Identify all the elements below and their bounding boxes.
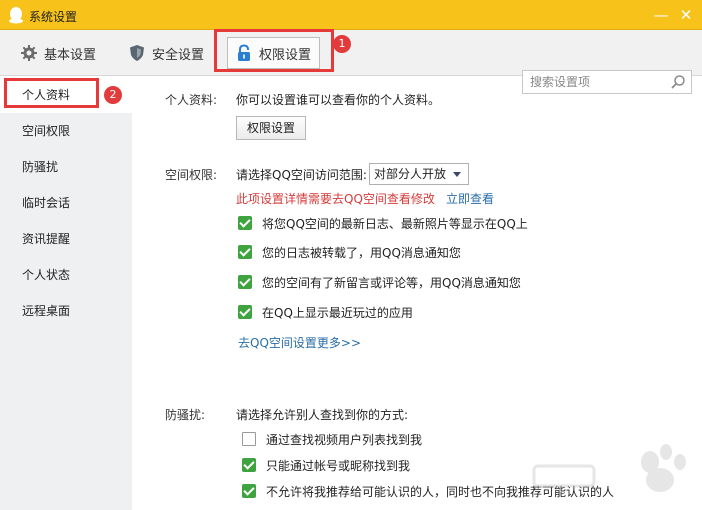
space-option-2[interactable]: 您的日志被转载了，用QQ消息通知您 (238, 244, 461, 260)
tab-security-settings[interactable]: 安全设置 (128, 38, 204, 68)
baidu-watermark-logo (532, 444, 686, 492)
settings-toolbar: 基本设置 安全设置 权限设置 (0, 30, 702, 94)
sidebar-item-anti-harassment[interactable]: 防骚扰 (0, 149, 132, 185)
space-option-4[interactable]: 在QQ上显示最近玩过的应用 (238, 304, 413, 320)
sidebar-item-temp-session[interactable]: 临时会话 (0, 185, 132, 221)
option-label: 在QQ上显示最近玩过的应用 (262, 305, 413, 320)
close-button[interactable]: ✕ (677, 6, 695, 24)
checkbox-checked[interactable] (238, 245, 252, 259)
tab-label: 权限设置 (259, 47, 312, 63)
antispam-prompt: 请选择允许别人查找到你的方式: (236, 408, 409, 422)
space-notice: 此项设置详情需要去QQ空间查看修改 (236, 192, 435, 206)
space-section-label: 空间权限: (165, 168, 218, 182)
step-marker-1: 1 (333, 35, 351, 53)
lock-icon (238, 44, 250, 61)
view-now-link[interactable]: 立即查看 (446, 190, 494, 207)
space-range-select[interactable]: 对部分人开放 (369, 163, 469, 185)
antispam-option-1[interactable]: 通过查找视频用户列表找到我 (242, 431, 422, 447)
qzone-more-settings-link[interactable]: 去QQ空间设置更多>> (238, 334, 361, 351)
settings-sidebar: 个人资料 空间权限 防骚扰 临时会话 资讯提醒 个人状态 远程桌面 (0, 77, 132, 510)
sidebar-item-personal-status[interactable]: 个人状态 (0, 257, 132, 293)
profile-permission-button[interactable]: 权限设置 (236, 116, 307, 140)
option-label: 通过查找视频用户列表找到我 (266, 432, 423, 447)
checkbox-checked[interactable] (242, 458, 256, 472)
checkbox-checked[interactable] (242, 484, 256, 498)
tab-permission-settings[interactable]: 权限设置 (227, 37, 320, 69)
sidebar-item-news-reminder[interactable]: 资讯提醒 (0, 221, 132, 257)
chevron-down-icon (453, 172, 461, 177)
checkbox-checked[interactable] (238, 216, 252, 230)
window-title: 系统设置 (29, 10, 78, 24)
checkbox-checked[interactable] (238, 275, 252, 289)
space-range-value: 对部分人开放 (374, 167, 447, 181)
qq-penguin-icon (9, 7, 23, 24)
antispam-option-2[interactable]: 只能通过帐号或昵称找到我 (242, 457, 410, 473)
tab-basic-settings[interactable]: 基本设置 (20, 38, 96, 68)
minimize-button[interactable]: — (652, 6, 670, 24)
shield-icon (130, 45, 144, 61)
checkbox-unchecked[interactable] (242, 432, 256, 446)
sidebar-item-space-permission[interactable]: 空间权限 (0, 113, 132, 149)
space-range-label: 请选择QQ空间访问范围: (236, 168, 367, 182)
profile-section-label: 个人资料: (165, 93, 218, 107)
option-label: 只能通过帐号或昵称找到我 (266, 458, 411, 473)
tab-label: 基本设置 (44, 47, 97, 63)
checkbox-checked[interactable] (238, 305, 252, 319)
title-bar: 系统设置 — ✕ (0, 0, 702, 30)
tab-label: 安全设置 (152, 47, 205, 63)
space-option-3[interactable]: 您的空间有了新留言或评论等，用QQ消息通知您 (238, 274, 521, 290)
option-label: 将您QQ空间的最新日志、最新照片等显示在QQ上 (262, 216, 528, 231)
space-option-1[interactable]: 将您QQ空间的最新日志、最新照片等显示在QQ上 (238, 215, 528, 231)
option-label: 您的空间有了新留言或评论等，用QQ消息通知您 (262, 275, 521, 290)
step-marker-2: 2 (104, 86, 122, 104)
gear-icon (21, 45, 37, 61)
antispam-section-label: 防骚扰: (165, 408, 206, 422)
option-label: 您的日志被转载了，用QQ消息通知您 (262, 245, 461, 260)
profile-description: 你可以设置谁可以查看你的个人资料。 (236, 93, 441, 107)
sidebar-item-remote-desktop[interactable]: 远程桌面 (0, 293, 132, 329)
